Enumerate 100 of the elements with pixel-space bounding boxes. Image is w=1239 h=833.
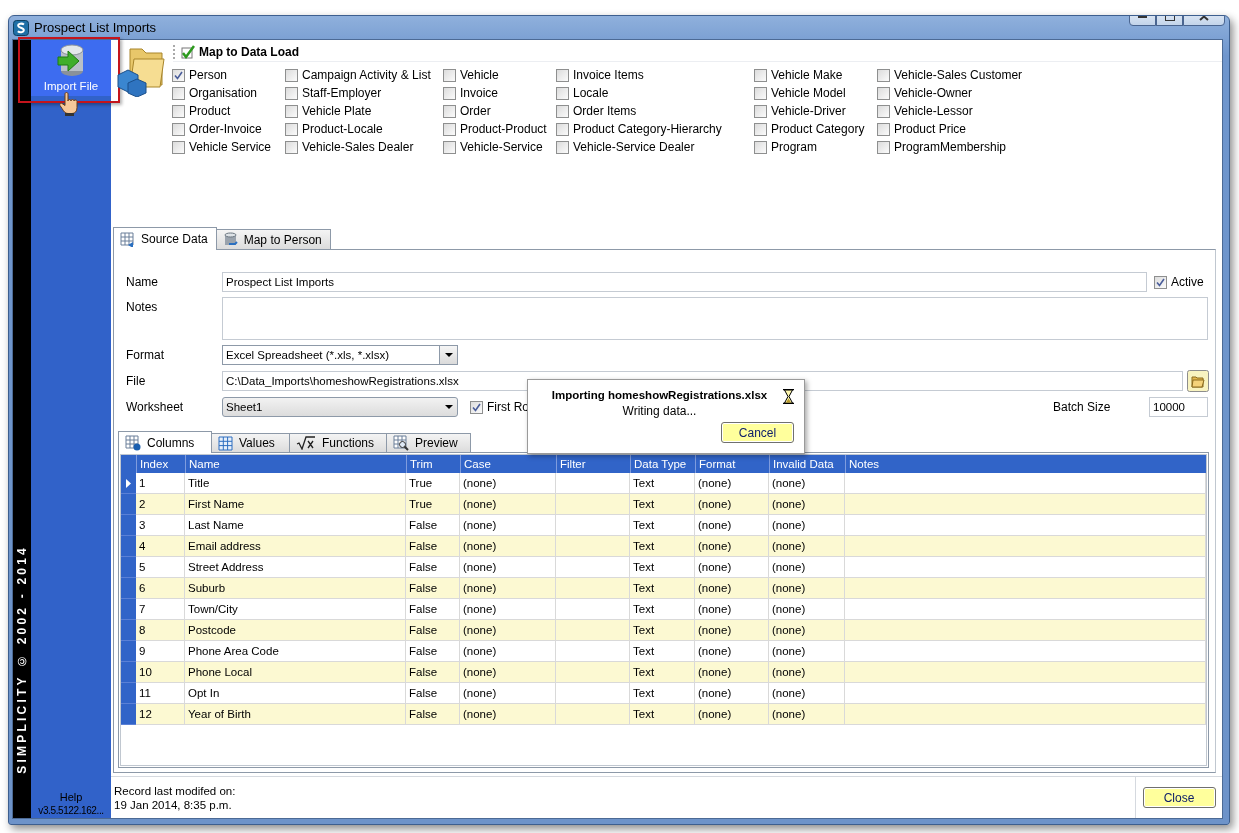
help-link[interactable]: Help (31, 791, 111, 805)
checkbox-label[interactable]: Vehicle-Driver (771, 104, 846, 118)
table-cell: (none) (695, 704, 769, 725)
checkbox[interactable] (172, 122, 185, 136)
checkbox[interactable] (285, 122, 298, 136)
checkbox[interactable] (556, 104, 569, 118)
checkbox-label[interactable]: Product Price (894, 122, 967, 136)
checkbox[interactable] (443, 104, 456, 118)
tab[interactable]: Functions (289, 433, 387, 452)
checkbox[interactable] (556, 122, 569, 136)
batch-size-field[interactable]: 10000 (1149, 397, 1208, 417)
checkbox-label[interactable]: Vehicle Plate (302, 104, 372, 118)
checkbox[interactable] (285, 68, 298, 82)
column-header[interactable]: Format (695, 455, 769, 473)
checkbox-label[interactable]: Vehicle Make (771, 68, 843, 82)
tab[interactable]: Preview (386, 433, 471, 452)
notes-field[interactable] (222, 297, 1208, 340)
checkbox[interactable] (172, 86, 185, 100)
browse-folder-button[interactable] (1187, 370, 1209, 392)
cancel-button[interactable]: Cancel (721, 422, 794, 443)
checkbox[interactable] (443, 86, 456, 100)
checkbox[interactable] (285, 86, 298, 100)
checkbox-label[interactable]: Order (460, 104, 491, 118)
table-cell: (none) (460, 494, 556, 515)
checkbox-label[interactable]: Product-Locale (302, 122, 383, 136)
checkbox[interactable] (172, 104, 185, 118)
checkbox[interactable] (754, 86, 767, 100)
tab[interactable]: Columns (118, 431, 212, 453)
checkbox-label[interactable]: Product Category-Hierarchy (573, 122, 722, 136)
checkbox-label[interactable]: Vehicle-Sales Customer (894, 68, 1023, 82)
checkbox-label[interactable]: Vehicle-Owner (894, 86, 973, 100)
checkbox-label[interactable]: Campaign Activity & List (302, 68, 431, 82)
database-import-icon (55, 44, 87, 78)
column-header[interactable]: Invalid Data (769, 455, 845, 473)
import-file-button[interactable]: Import File (31, 40, 111, 98)
tab[interactable]: Map to Person (215, 229, 331, 249)
checkbox[interactable] (556, 140, 569, 154)
checkbox-label[interactable]: Vehicle (460, 68, 499, 82)
checkbox[interactable] (877, 104, 890, 118)
checkbox[interactable] (556, 68, 569, 82)
table-cell: (none) (769, 662, 845, 683)
checkbox-label[interactable]: Vehicle Service (189, 140, 272, 154)
checkbox-label[interactable]: ProgramMembership (894, 140, 1007, 154)
first-row-checkbox[interactable] (470, 400, 483, 414)
checkbox-label[interactable]: Vehicle-Lessor (894, 104, 973, 118)
table-cell: Email address (185, 536, 406, 557)
column-header[interactable]: Notes (845, 455, 1206, 473)
checkbox-label[interactable]: Product (189, 104, 231, 118)
table-cell: Text (630, 620, 695, 641)
checkbox-label[interactable]: Vehicle-Service (460, 140, 543, 154)
field-label: Notes (125, 299, 159, 314)
name-field[interactable]: Prospect List Imports (222, 272, 1147, 292)
checkbox-label[interactable]: Active (1171, 275, 1204, 289)
format-dropdown[interactable]: Excel Spreadsheet (*.xls, *.xlsx) (222, 345, 458, 365)
column-header[interactable]: Filter (556, 455, 630, 473)
checkbox-label[interactable]: Locale (573, 86, 609, 100)
checkbox-label[interactable]: Order Items (573, 104, 637, 118)
table-cell: (none) (460, 578, 556, 599)
checkbox-label[interactable]: Person (189, 68, 228, 82)
checkbox-label[interactable]: Invoice Items (573, 68, 644, 82)
column-header[interactable]: Case (460, 455, 556, 473)
checkbox[interactable] (877, 122, 890, 136)
checkbox-label[interactable]: Program (771, 140, 817, 154)
checkbox[interactable] (877, 86, 890, 100)
checkbox-label[interactable]: Vehicle Model (771, 86, 846, 100)
table-cell: Text (630, 578, 695, 599)
checkbox[interactable] (877, 140, 890, 154)
checkbox-label[interactable]: Vehicle-Service Dealer (573, 140, 695, 154)
close-button[interactable]: Close (1142, 787, 1216, 808)
active-checkbox[interactable] (1154, 275, 1167, 289)
checkbox-label[interactable]: Organisation (189, 86, 258, 100)
column-header[interactable]: Index (136, 455, 185, 473)
checkbox-label[interactable]: Product-Product (460, 122, 547, 136)
checkbox[interactable] (754, 104, 767, 118)
tab[interactable]: Source Data (113, 227, 217, 250)
checkbox-label[interactable]: Invoice (460, 86, 499, 100)
checkbox[interactable] (877, 68, 890, 82)
checkbox-label[interactable]: Vehicle-Sales Dealer (302, 140, 414, 154)
checkbox-label[interactable]: Product Category (771, 122, 865, 136)
checkbox[interactable] (285, 140, 298, 154)
checkbox[interactable] (443, 122, 456, 136)
checkbox[interactable] (172, 68, 185, 82)
row-indicator[interactable] (121, 473, 136, 494)
checkbox[interactable] (285, 104, 298, 118)
checkbox-label[interactable]: Staff-Employer (302, 86, 382, 100)
field-label: File (125, 374, 147, 388)
checkbox[interactable] (754, 140, 767, 154)
column-header[interactable]: Trim (406, 455, 460, 473)
tab[interactable]: Values (211, 433, 290, 452)
checkbox[interactable] (172, 140, 185, 154)
checkbox-label[interactable]: Order-Invoice (189, 122, 262, 136)
column-header[interactable]: Name (185, 455, 406, 473)
checkbox[interactable] (754, 122, 767, 136)
checkbox[interactable] (443, 140, 456, 154)
checkbox[interactable] (754, 68, 767, 82)
checkbox[interactable] (443, 68, 456, 82)
table-cell: (none) (769, 704, 845, 725)
checkbox[interactable] (556, 86, 569, 100)
column-header[interactable]: Data Type (630, 455, 695, 473)
worksheet-dropdown[interactable]: Sheet1 (222, 397, 458, 417)
